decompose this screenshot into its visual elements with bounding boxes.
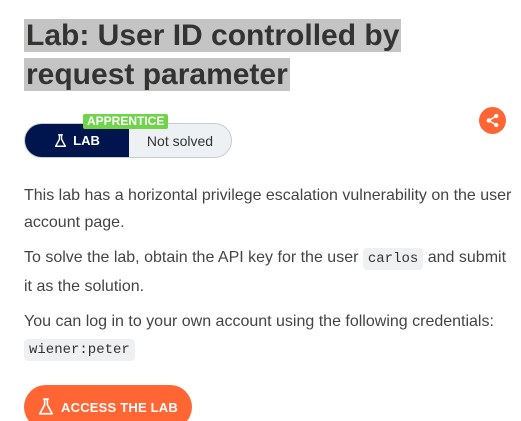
lab-description: This lab has a horizontal privilege esca… <box>24 182 514 372</box>
target-username: carlos <box>362 248 424 270</box>
p3-text: You can log in to your own account using… <box>24 313 494 330</box>
description-paragraph-2: To solve the lab, obtain the API key for… <box>24 244 514 300</box>
lab-type-text: LAB <box>73 133 100 148</box>
p2-before: To solve the lab, obtain the API key for… <box>24 249 359 266</box>
page-title-text: Lab: User ID controlled by request param… <box>24 19 402 91</box>
access-lab-label: ACCESS THE LAB <box>61 399 178 415</box>
flask-icon <box>55 133 67 147</box>
lab-status-badge: APPRENTICE LAB Not solved <box>24 114 234 160</box>
level-tag: APPRENTICE <box>83 114 169 129</box>
description-paragraph-1: This lab has a horizontal privilege esca… <box>24 187 512 231</box>
access-lab-button[interactable]: ACCESS THE LAB <box>24 385 192 421</box>
page-title: Lab: User ID controlled by request param… <box>24 16 500 94</box>
description-paragraph-3: You can log in to your own account using… <box>24 308 514 364</box>
lab-page: Lab: User ID controlled by request param… <box>0 0 521 421</box>
share-icon <box>486 113 499 128</box>
credentials: wiener:peter <box>24 339 135 361</box>
flask-icon <box>39 398 54 415</box>
share-button[interactable] <box>479 107 506 134</box>
